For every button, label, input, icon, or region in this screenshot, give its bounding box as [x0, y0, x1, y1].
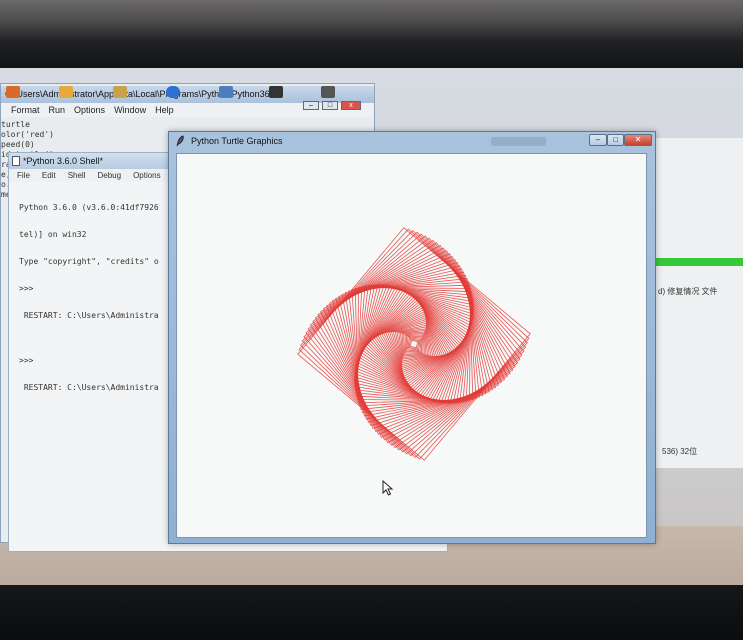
turtle-titlebar[interactable]: Python Turtle Graphics – □ ✕	[169, 132, 655, 150]
monitor-bottom-bezel	[0, 585, 743, 640]
maximize-glyph: □	[613, 135, 618, 144]
turtle-canvas[interactable]	[176, 153, 647, 538]
monitor-top-bezel	[0, 0, 743, 70]
desktop-icon-row	[1, 86, 371, 100]
menu-run[interactable]: Run	[49, 105, 66, 115]
menu-help[interactable]: Help	[155, 105, 174, 115]
spiral-square	[356, 286, 472, 402]
spiral-square	[409, 339, 419, 349]
close-button[interactable]: x	[341, 101, 361, 110]
code-line: olor('red')	[1, 130, 54, 139]
spiral-square	[314, 244, 514, 444]
spiral-square	[401, 331, 427, 357]
spiral-square	[354, 284, 474, 404]
app-icon[interactable]	[59, 86, 73, 98]
reflected-tab	[491, 137, 546, 146]
spiral-square	[363, 293, 465, 395]
app-icon[interactable]	[321, 86, 335, 98]
mouse-cursor-icon	[382, 480, 394, 496]
menu-window[interactable]: Window	[114, 105, 146, 115]
spiral-square	[354, 284, 474, 404]
app-icon[interactable]	[6, 86, 20, 98]
spiral-square	[356, 286, 472, 402]
spiral-square	[322, 252, 506, 436]
spiral-square	[354, 284, 474, 404]
shell-title: *Python 3.6.0 Shell*	[23, 156, 104, 166]
minimize-glyph: –	[595, 135, 601, 144]
size-text: 536) 32位	[662, 447, 698, 456]
close-glyph: ✕	[634, 135, 642, 144]
app-icon[interactable]	[219, 86, 233, 98]
minimize-button[interactable]: –	[303, 101, 319, 110]
spiral-square	[317, 247, 511, 441]
menu-format[interactable]: Format	[11, 105, 40, 115]
menu-shell[interactable]: Shell	[68, 171, 86, 180]
spiral-square	[356, 286, 472, 402]
desktop-screen: C:\Users\Administrator\AppData\Local\Pro…	[0, 68, 743, 586]
menu-options[interactable]: Options	[133, 171, 161, 180]
turtle-graphics-window[interactable]: Python Turtle Graphics – □ ✕	[168, 131, 656, 544]
close-button[interactable]: ✕	[624, 134, 652, 146]
background-window[interactable]	[652, 138, 743, 468]
spiral-square	[300, 230, 528, 458]
spiral-square	[303, 233, 525, 455]
column-headers: d) 修复情况 文件	[658, 287, 718, 296]
progress-bar	[655, 258, 743, 266]
app-icon[interactable]	[113, 86, 127, 98]
spiral-drawing	[297, 227, 531, 461]
maximize-button[interactable]: □	[322, 101, 338, 110]
spiral-square	[394, 324, 434, 364]
turtle-window-title: Python Turtle Graphics	[191, 136, 283, 146]
feather-icon	[176, 135, 184, 147]
app-icon[interactable]	[269, 86, 283, 98]
spiral-square	[305, 235, 523, 453]
spiral-square	[320, 250, 508, 438]
menu-edit[interactable]: Edit	[42, 171, 56, 180]
menu-file[interactable]: File	[17, 171, 30, 180]
spiral-square	[297, 227, 531, 461]
spiral-square	[301, 231, 527, 457]
code-line: peed(0)	[1, 140, 35, 149]
minimize-button[interactable]: –	[589, 134, 607, 146]
browser-icon[interactable]	[166, 86, 180, 98]
menu-options[interactable]: Options	[74, 105, 105, 115]
spiral-square	[354, 284, 474, 404]
spiral-square	[328, 258, 500, 430]
spiral-square	[312, 242, 516, 446]
maximize-button[interactable]: □	[607, 134, 624, 146]
document-icon	[12, 156, 20, 166]
spiral-square	[354, 284, 474, 404]
code-line: turtle	[1, 120, 30, 129]
spiral-square	[307, 237, 521, 451]
menu-debug[interactable]: Debug	[97, 171, 121, 180]
